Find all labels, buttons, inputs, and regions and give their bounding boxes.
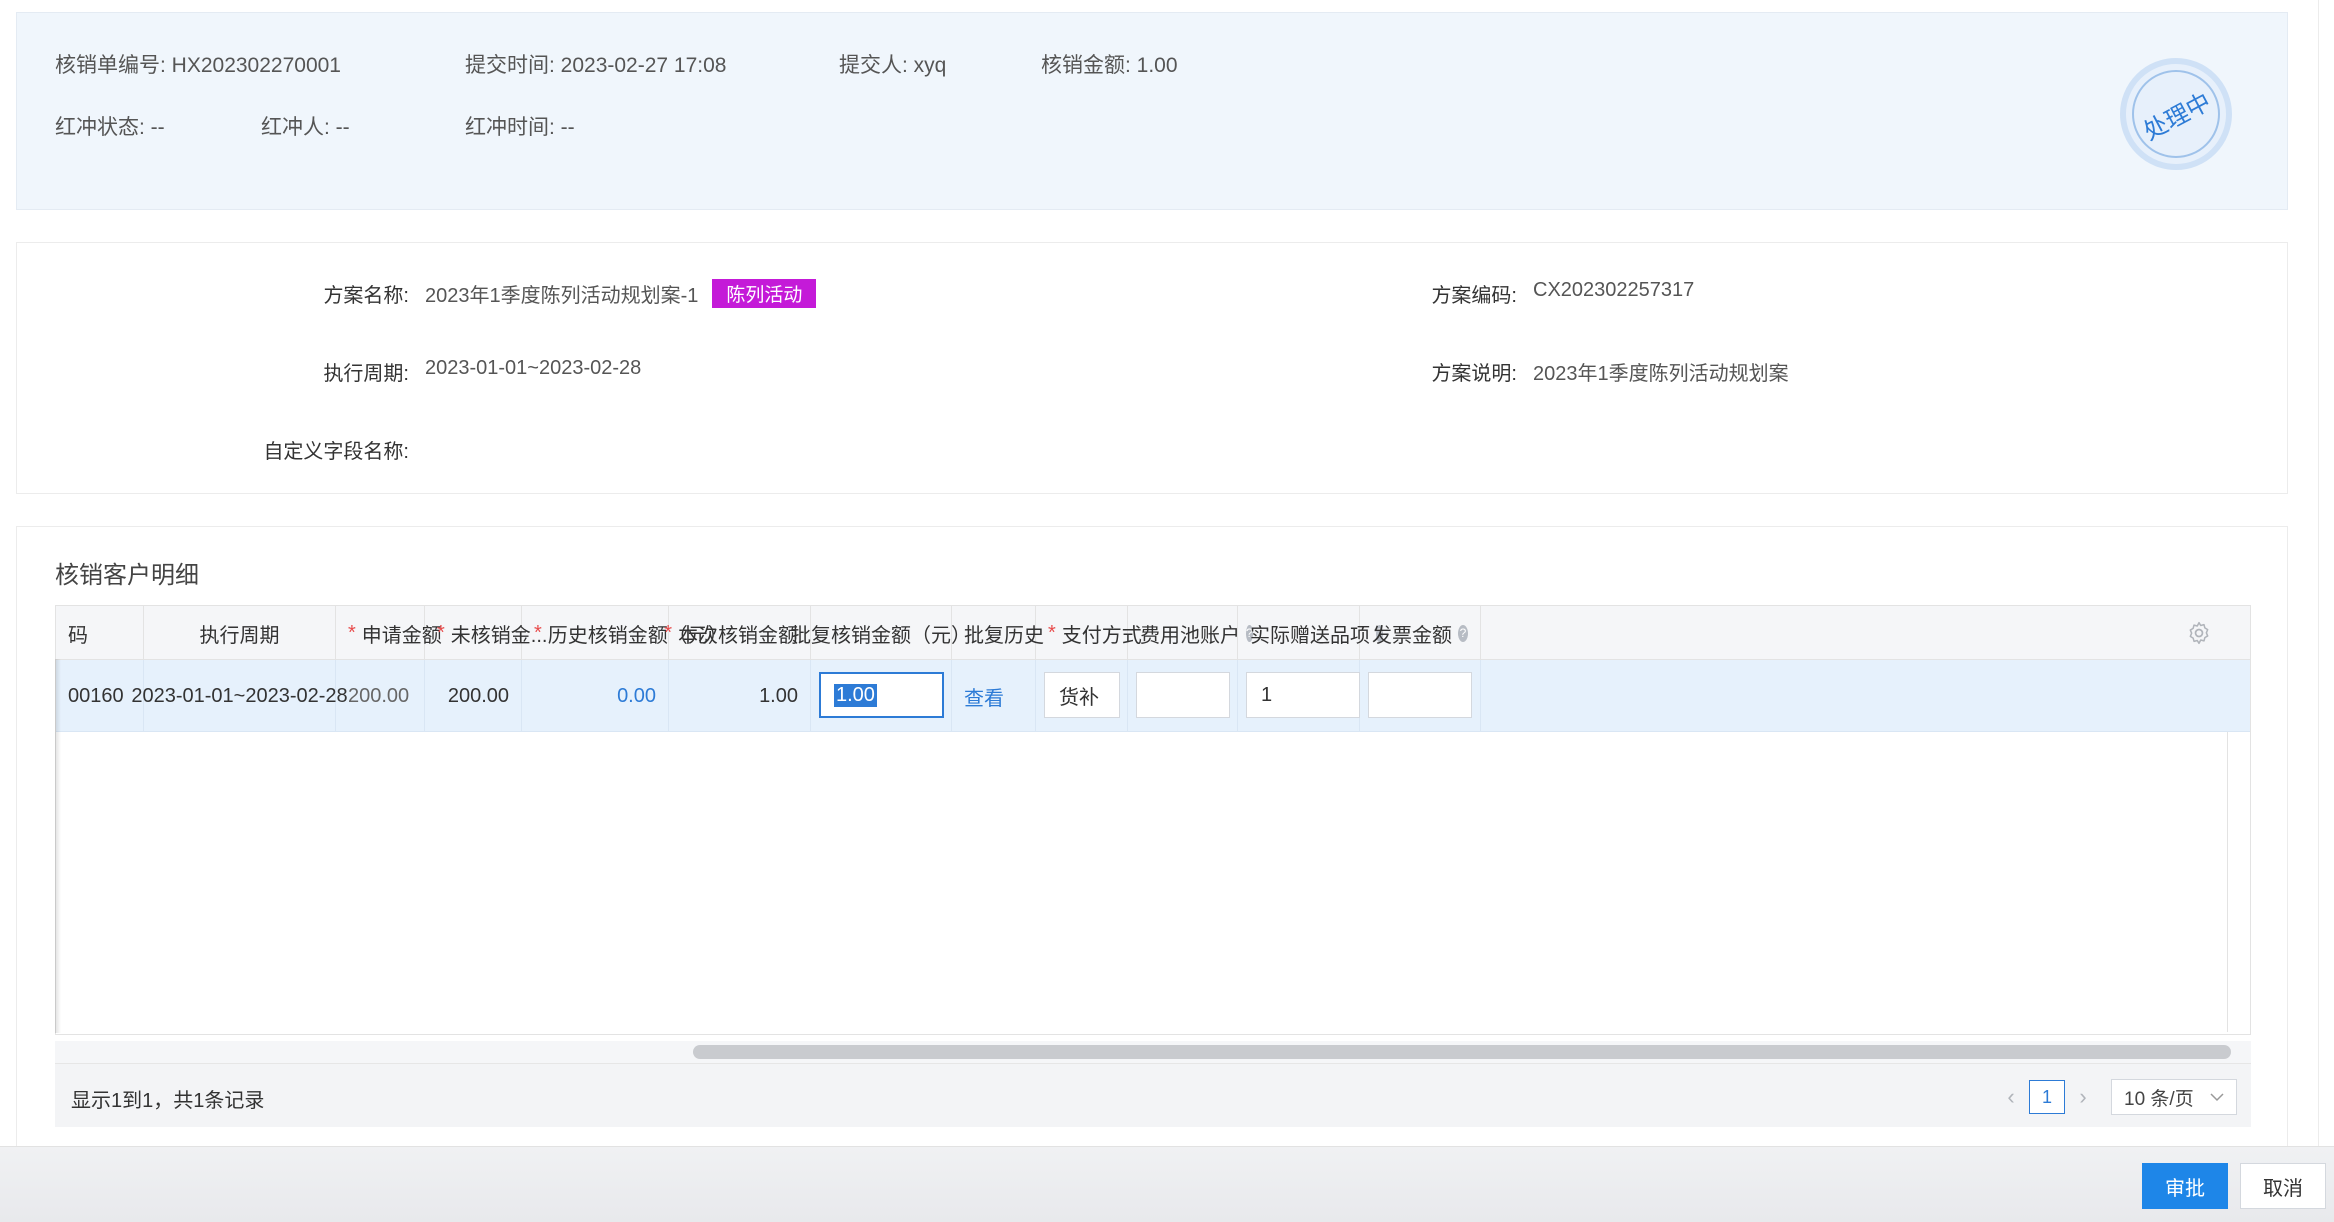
table-header: 码 执行周期 * 申请金额 * 未核销金... * 历史核销金额（元） * 本次核销金额… [56,606,2250,660]
help-icon[interactable]: ? [1458,624,1468,642]
col-code[interactable]: 码 [56,606,144,660]
submit-time: 提交时间: 2023-02-27 17:08 [465,54,727,77]
gift-items-input[interactable]: 1 [1246,672,1360,718]
col-history[interactable]: * 历史核销金额（元） [522,606,728,660]
approve-history-link[interactable]: 查看 [952,660,1036,732]
plan-period-label: 执行周期: [323,363,409,385]
col-pool[interactable]: 费用池账户? [1128,606,1253,660]
plan-name-label: 方案名称: [323,285,409,307]
next-page-icon[interactable]: › [2071,1084,2095,1110]
plan-name: 2023年1季度陈列活动规划案-1 陈列活动 [425,279,817,308]
cell-period: 2023-01-01~2023-02-28 [131,660,348,732]
plan-name-value: 2023年1季度陈列活动规划案-1 [425,285,699,307]
table-body-empty [56,732,2228,1032]
invoice-amount-input[interactable] [1368,672,1472,718]
plan-info-panel: 方案名称: 2023年1季度陈列活动规划案-1 陈列活动 方案编码: CX2023… [16,242,2288,494]
col-period[interactable]: 执行周期 [144,606,336,660]
plan-desc-label: 方案说明: [1431,363,1517,385]
settle-amount: 核销金额: 1.00 [1041,54,1178,77]
page-size-select[interactable]: 10 条/页 [2111,1079,2237,1115]
record-summary: 显示1到1，共1条记录 [71,1090,265,1112]
pool-account-input[interactable] [1136,672,1230,718]
plan-code-value: CX202302257317 [1533,279,1695,301]
detail-table: 码 执行周期 * 申请金额 * 未核销金... * 历史核销金额（元） * 本次核销金额… [55,605,2251,1035]
col-unsettled[interactable]: * 未核销金... [425,606,547,660]
gear-icon[interactable] [2186,620,2212,646]
col-current[interactable]: * 本次核销金额 [664,606,811,660]
cell-current: 1.00 [669,660,811,732]
cancel-button[interactable]: 取消 [2240,1163,2326,1209]
status-stamp: 处理中 [2120,58,2232,170]
plan-type-tag: 陈列活动 [712,279,817,308]
cell-history[interactable]: 0.00 [522,660,669,732]
section-title: 核销客户明细 [55,562,199,589]
status-stamp-text: 处理中 [2139,87,2216,146]
payment-method-select[interactable]: 货补 [1044,672,1120,718]
approved-amount-input[interactable]: 1.00 [819,672,944,718]
scrollbar-thumb[interactable] [693,1045,2231,1059]
col-approved[interactable]: 批复核销金额（元） [791,606,971,660]
red-status: 红冲状态: -- [55,116,165,139]
cell-apply: 200.00 [336,660,425,732]
plan-code-label: 方案编码: [1431,285,1517,307]
approve-button[interactable]: 审批 [2142,1163,2228,1209]
plan-period-value: 2023-01-01~2023-02-28 [425,357,642,379]
page-edge [2318,0,2334,1146]
col-approve-history[interactable]: 批复历史 [952,606,1044,660]
col-apply[interactable]: * 申请金额 [336,606,442,660]
col-payment[interactable]: * 支付方式 [1036,606,1142,660]
order-number: 核销单编号: HX202302270001 [55,54,341,77]
red-person: 红冲人: -- [261,116,350,139]
table-footer: 显示1到1，共1条记录 ‹ 1 › 10 条/页 [55,1063,2251,1127]
cell-unsettled: 200.00 [425,660,522,732]
fixed-column-shadow [55,659,61,1033]
page-number[interactable]: 1 [2029,1080,2065,1114]
red-time: 红冲时间: -- [465,116,575,139]
pagination: ‹ 1 › 10 条/页 [1999,1078,2237,1116]
customer-detail-panel: 核销客户明细 码 执行周期 * 申请金额 * 未核销金... * 历史核销金额（元） … [16,526,2288,1166]
prev-page-icon[interactable]: ‹ [1999,1084,2023,1110]
submitter: 提交人: xyq [839,54,947,77]
custom-field-label: 自定义字段名称: [263,441,409,463]
summary-panel: 核销单编号: HX202302270001 提交时间: 2023-02-27 1… [16,12,2288,210]
plan-desc-value: 2023年1季度陈列活动规划案 [1533,363,1789,385]
action-bar: 审批 取消 [0,1146,2334,1222]
col-invoice[interactable]: 发票金额? [1360,606,1481,660]
chevron-down-icon [2210,1093,2224,1102]
col-gift[interactable]: 实际赠送品项? [1238,606,1383,660]
